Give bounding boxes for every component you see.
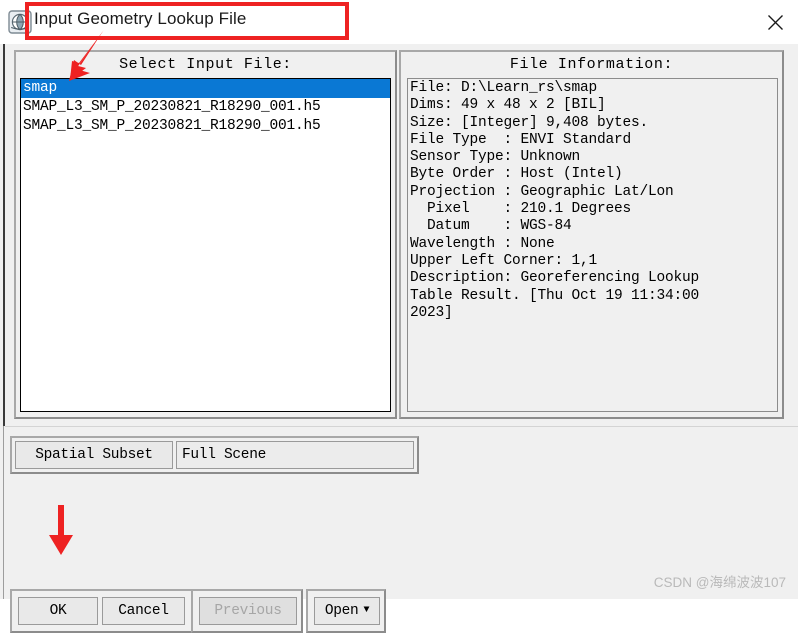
file-list[interactable]: smap SMAP_L3_SM_P_20230821_R18290_001.h5 S…	[20, 78, 391, 412]
watermark: CSDN @海绵波波107	[653, 575, 786, 590]
open-button-label: Open	[324, 603, 359, 619]
close-icon	[766, 13, 785, 32]
ok-cancel-group: OK Cancel	[10, 589, 195, 633]
select-input-file-label: Select Input File:	[119, 56, 292, 73]
file-info-line: Wavelength : None	[410, 235, 555, 252]
file-info-line: Size: [Integer] 9,408 bytes.	[410, 114, 649, 131]
file-info-line: Sensor Type: Unknown	[410, 149, 581, 166]
title-bar: Input Geometry Lookup File	[0, 0, 798, 44]
dialog-body: Select Input File: smap SMAP_L3_SM_P_2023…	[0, 44, 798, 633]
file-info-line: Datum : WGS-84	[410, 218, 572, 235]
dialog-window: Input Geometry Lookup File Select Input …	[0, 0, 798, 633]
panel-separator	[5, 426, 798, 427]
window-title: Input Geometry Lookup File	[34, 9, 247, 28]
file-info-line: Table Result. [Thu Oct 19 11:34:00	[410, 287, 700, 304]
file-information-label: File Information:	[509, 56, 674, 73]
cancel-button[interactable]: Cancel	[102, 597, 185, 625]
file-info-line: File Type : ENVI Standard	[410, 131, 632, 148]
spatial-subset-value-field[interactable]: Full Scene	[176, 441, 414, 469]
window-left-shadow	[3, 44, 5, 426]
chevron-down-icon: ▼	[363, 605, 370, 616]
list-item[interactable]: SMAP_L3_SM_P_20230821_R18290_001.h5	[21, 117, 390, 136]
file-information-panel: File Information: File: D:\Learn_rs\smap…	[399, 50, 784, 419]
previous-group: Previous	[191, 589, 303, 633]
file-info-line: File: D:\Learn_rs\smap	[410, 80, 598, 96]
spatial-subset-group: Spatial Subset Full Scene	[10, 436, 419, 474]
spatial-subset-button[interactable]: Spatial Subset	[15, 441, 173, 469]
file-info-line: Byte Order : Host (Intel)	[410, 166, 623, 183]
open-button[interactable]: Open ▼	[314, 597, 380, 625]
file-information-text: File: D:\Learn_rs\smap Dims: 49 x 48 x 2 …	[407, 78, 778, 412]
envi-globe-icon	[8, 10, 32, 34]
file-info-line: Projection : Geographic Lat/Lon	[410, 183, 674, 200]
file-info-line: Upper Left Corner: 1,1	[410, 252, 598, 269]
open-group: Open ▼	[306, 589, 386, 633]
list-item[interactable]: smap	[21, 79, 390, 98]
close-button[interactable]	[752, 0, 798, 44]
file-info-line: Dims: 49 x 48 x 2 [BIL]	[410, 97, 606, 114]
file-info-line: Pixel : 210.1 Degrees	[410, 201, 632, 218]
select-input-file-panel: Select Input File: smap SMAP_L3_SM_P_2023…	[14, 50, 397, 419]
file-info-line: 2023]	[410, 304, 453, 321]
ok-button[interactable]: OK	[18, 597, 98, 625]
file-info-line: Description: Georeferencing Lookup	[410, 270, 700, 287]
previous-button: Previous	[199, 597, 297, 625]
list-item[interactable]: SMAP_L3_SM_P_20230821_R18290_001.h5	[21, 98, 390, 117]
